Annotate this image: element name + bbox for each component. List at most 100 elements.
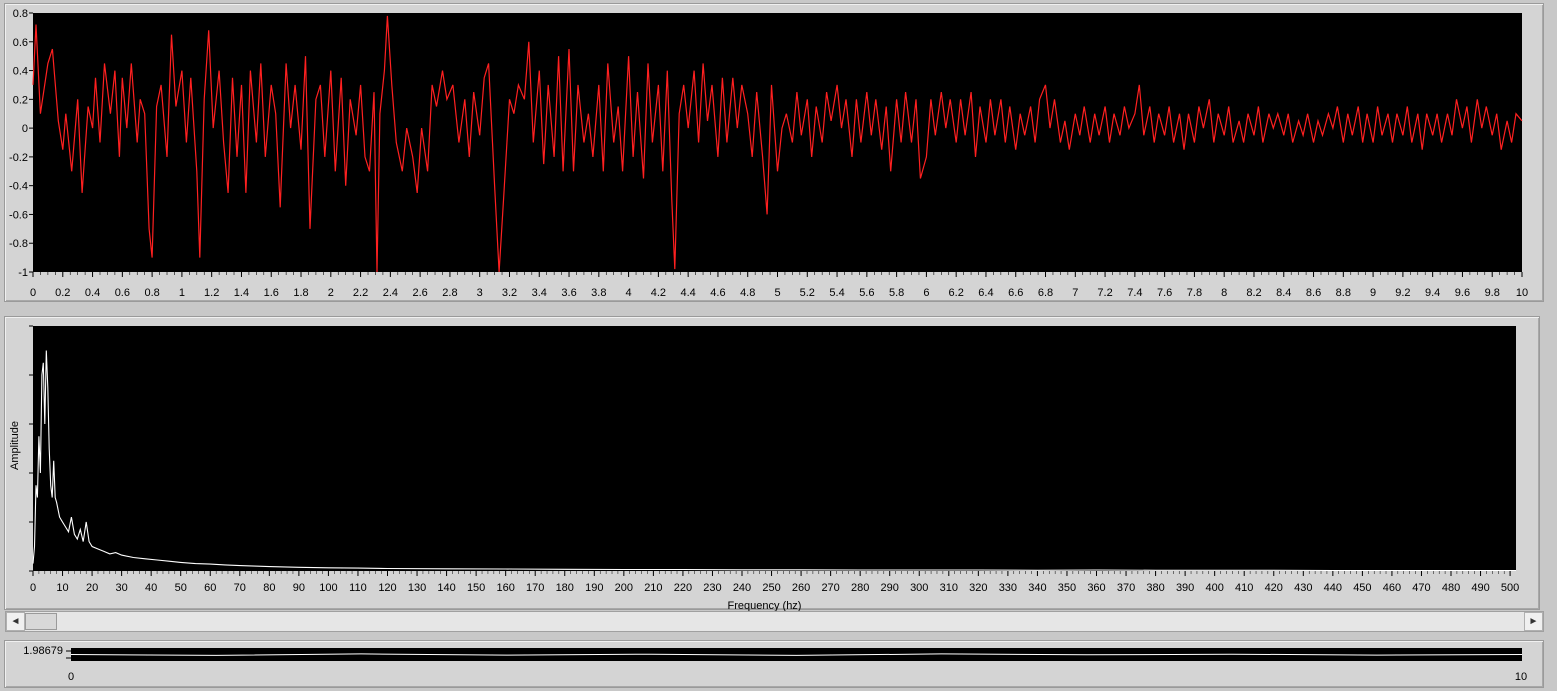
x-tick-label: 8.2 bbox=[1246, 287, 1261, 299]
x-tick-label: 280 bbox=[851, 582, 869, 594]
x-tick-label: 1.2 bbox=[204, 287, 219, 299]
x-tick-label: 6 bbox=[923, 287, 929, 299]
y-tick-label: -0.4 bbox=[9, 181, 28, 193]
x-tick-label: 80 bbox=[263, 582, 275, 594]
waveform-chart: 0.80.60.40.20-0.2-0.4-0.6-0.8-10 0.2 0.4 0.… bbox=[9, 8, 1528, 299]
x-tick-label: 240 bbox=[733, 582, 751, 594]
x-tick-label: 5.2 bbox=[800, 287, 815, 299]
x-tick-label: 9.4 bbox=[1425, 287, 1440, 299]
x-tick-label: 3.6 bbox=[561, 287, 576, 299]
x-tick-label: 120 bbox=[378, 582, 396, 594]
x-tick-label: 5.4 bbox=[829, 287, 844, 299]
x-tick-label: 7.4 bbox=[1127, 287, 1142, 299]
x-tick-label: 330 bbox=[999, 582, 1017, 594]
x-tick-label: 8.8 bbox=[1336, 287, 1351, 299]
x-tick-label: 3.4 bbox=[532, 287, 547, 299]
x-tick-label: 370 bbox=[1117, 582, 1135, 594]
x-tick-label: 30 bbox=[116, 582, 128, 594]
x-tick-label: 1.4 bbox=[234, 287, 249, 299]
x-tick-label: 5 bbox=[774, 287, 780, 299]
x-tick-label: 0.8 bbox=[144, 287, 159, 299]
y-tick-label: 0.4 bbox=[13, 66, 28, 78]
x-tick-label: 220 bbox=[674, 582, 692, 594]
x-tick-label: 300 bbox=[910, 582, 928, 594]
x-tick-label: 9.6 bbox=[1455, 287, 1470, 299]
x-tick-label: 500 bbox=[1501, 582, 1519, 594]
x-tick-label: 140 bbox=[437, 582, 455, 594]
y-tick-label: 0.6 bbox=[13, 37, 28, 49]
x-tick-label: 10 bbox=[1516, 287, 1528, 299]
x-tick-label: 100 bbox=[319, 582, 337, 594]
x-tick-label: 0.4 bbox=[85, 287, 100, 299]
x-tick-label: 50 bbox=[175, 582, 187, 594]
x-tick-label: 4.4 bbox=[681, 287, 696, 299]
x-tick-label: 4.8 bbox=[740, 287, 755, 299]
x-tick-label: 9.2 bbox=[1395, 287, 1410, 299]
x-tick-label: 0.6 bbox=[115, 287, 130, 299]
x-tick-label: 430 bbox=[1294, 582, 1312, 594]
x-tick-label: 10 bbox=[1515, 671, 1527, 683]
x-tick-label: 0 bbox=[30, 287, 36, 299]
x-tick-label: 4 bbox=[626, 287, 632, 299]
x-tick-label: 10 bbox=[56, 582, 68, 594]
x-tick-label: 290 bbox=[881, 582, 899, 594]
x-tick-label: 210 bbox=[644, 582, 662, 594]
y-axis-title: Amplitude bbox=[9, 421, 21, 470]
x-tick-label: 7.2 bbox=[1097, 287, 1112, 299]
x-tick-label: 1.8 bbox=[293, 287, 308, 299]
left-arrow-icon: ◄ bbox=[10, 616, 21, 627]
x-tick-label: 7.6 bbox=[1157, 287, 1172, 299]
y-tick-label: 0.2 bbox=[13, 94, 28, 106]
x-tick-label: 420 bbox=[1265, 582, 1283, 594]
plot-area bbox=[33, 326, 1516, 571]
spectrum-chart: 0 10 20 30 40 50 60 70 80 90 100 110 120 130 140 150 160… bbox=[9, 325, 1519, 612]
y-tick-label: -1 bbox=[18, 267, 28, 279]
x-tick-label: 1.6 bbox=[264, 287, 279, 299]
x-tick-label: 160 bbox=[496, 582, 514, 594]
x-tick-label: 230 bbox=[703, 582, 721, 594]
x-tick-label: 3 bbox=[477, 287, 483, 299]
scroll-thumb[interactable] bbox=[25, 613, 57, 630]
x-tick-label: 2 bbox=[328, 287, 334, 299]
x-tick-label: 320 bbox=[969, 582, 987, 594]
x-tick-label: 2.8 bbox=[442, 287, 457, 299]
x-tick-label: 110 bbox=[349, 582, 367, 594]
x-tick-label: 6.4 bbox=[978, 287, 993, 299]
x-tick-label: 390 bbox=[1176, 582, 1194, 594]
x-tick-label: 6.6 bbox=[1008, 287, 1023, 299]
scroll-left-button[interactable]: ◄ bbox=[6, 612, 25, 631]
x-tick-label: 130 bbox=[408, 582, 426, 594]
x-tick-label: 410 bbox=[1235, 582, 1253, 594]
horizontal-scrollbar[interactable]: ◄ ► bbox=[5, 611, 1544, 632]
x-tick-label: 3.8 bbox=[591, 287, 606, 299]
x-tick-label: 440 bbox=[1324, 582, 1342, 594]
x-tick-label: 90 bbox=[293, 582, 305, 594]
x-tick-label: 6.8 bbox=[1038, 287, 1053, 299]
x-tick-label: 5.8 bbox=[889, 287, 904, 299]
x-tick-label: 7 bbox=[1072, 287, 1078, 299]
x-tick-label: 480 bbox=[1442, 582, 1460, 594]
x-tick-label: 9.8 bbox=[1485, 287, 1500, 299]
x-tick-label: 180 bbox=[556, 582, 574, 594]
x-tick-label: 8 bbox=[1221, 287, 1227, 299]
x-tick-label: 0 bbox=[68, 671, 74, 683]
strip-chart: 1.98679 0 10 bbox=[23, 645, 1527, 683]
x-tick-label: 270 bbox=[821, 582, 839, 594]
x-tick-label: 2.6 bbox=[412, 287, 427, 299]
x-tick-label: 8.4 bbox=[1276, 287, 1291, 299]
chart-canvas: 0.80.60.40.20-0.2-0.4-0.6-0.8-10 0.2 0.4 0.… bbox=[9, 8, 1528, 683]
x-tick-label: 20 bbox=[86, 582, 98, 594]
x-tick-label: 360 bbox=[1087, 582, 1105, 594]
x-tick-label: 150 bbox=[467, 582, 485, 594]
scroll-right-button[interactable]: ► bbox=[1524, 612, 1543, 631]
y-tick-label: -0.8 bbox=[9, 238, 28, 250]
x-tick-label: 4.2 bbox=[651, 287, 666, 299]
x-tick-label: 0.2 bbox=[55, 287, 70, 299]
y-tick-label: 0.8 bbox=[13, 8, 28, 20]
x-tick-label: 2.4 bbox=[383, 287, 398, 299]
x-tick-label: 450 bbox=[1353, 582, 1371, 594]
x-tick-label: 340 bbox=[1028, 582, 1046, 594]
x-tick-label: 6.2 bbox=[949, 287, 964, 299]
x-tick-label: 4.6 bbox=[710, 287, 725, 299]
x-tick-label: 200 bbox=[615, 582, 633, 594]
